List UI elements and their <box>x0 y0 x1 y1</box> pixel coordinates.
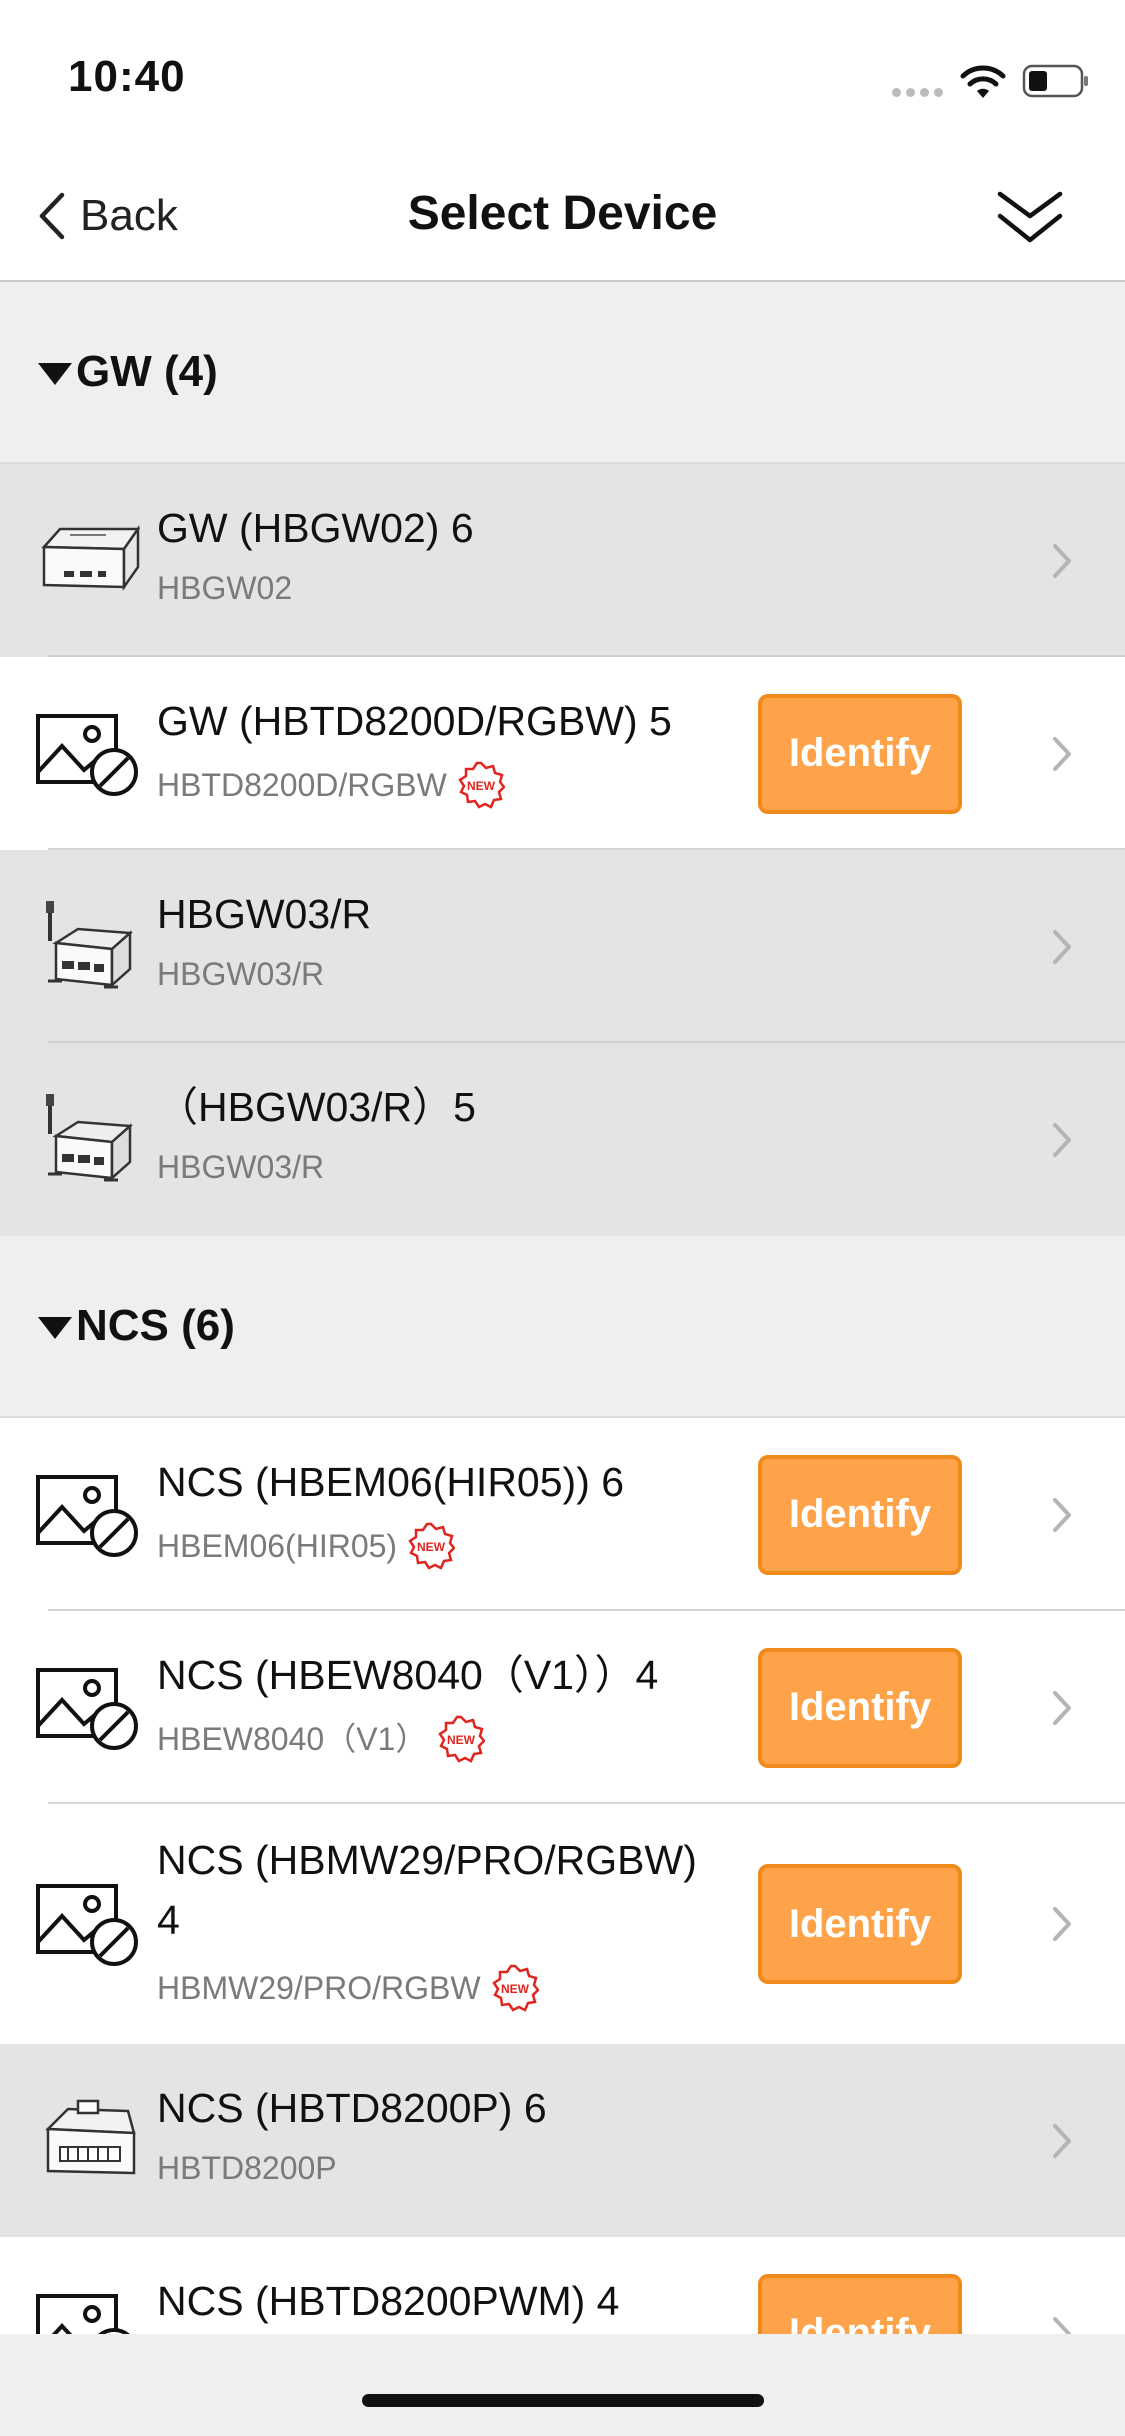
section-title: NCS (6) <box>76 1301 235 1350</box>
device-row[interactable]: GW (HBTD8200D/RGBW) 5 HBTD8200D/RGBW Ide… <box>0 657 1125 850</box>
router-device-icon <box>34 899 144 995</box>
collapse-all-icon[interactable] <box>996 186 1064 248</box>
section-header-gw[interactable]: GW (4) <box>0 282 1125 464</box>
device-name: NCS (HBEM06(HIR05)) 6 <box>157 1459 625 1505</box>
device-name: HBGW03/R <box>157 891 372 937</box>
device-model: HBEM06(HIR05) <box>157 1522 455 1570</box>
identify-button[interactable]: Identify <box>758 1454 962 1575</box>
device-name: （HBGW03/R）5 <box>157 1084 476 1130</box>
device-row[interactable]: NCS (HBTD8200PWM) 4 Identify <box>0 2237 1125 2334</box>
chevron-right-icon <box>1050 2121 1074 2161</box>
gateway-device-icon <box>34 513 144 609</box>
wifi-icon <box>960 65 1006 98</box>
chevron-right-icon <box>1050 1904 1074 1944</box>
device-row[interactable]: NCS (HBEM06(HIR05)) 6 HBEM06(HIR05) Iden… <box>0 1418 1125 1611</box>
chevron-right-icon <box>1050 927 1074 967</box>
new-badge-icon <box>491 1964 539 2012</box>
status-bar: 10:40 <box>0 0 1125 150</box>
battery-icon <box>1022 64 1088 98</box>
device-name: NCS (HBTD8200P) 6 <box>157 2085 547 2131</box>
home-indicator[interactable] <box>362 2394 764 2407</box>
device-list[interactable]: GW (4) GW (HBGW02) 6 HBGW02 GW (HBTD8200… <box>0 282 1125 2334</box>
new-badge-icon <box>437 1715 485 1763</box>
device-model: HBGW03/R <box>157 956 325 992</box>
device-model: HBTD8200P <box>157 2150 337 2186</box>
new-badge-icon <box>407 1522 455 1570</box>
device-row[interactable]: HBGW03/R HBGW03/R <box>0 850 1125 1043</box>
device-row[interactable]: GW (HBGW02) 6 HBGW02 <box>0 464 1125 657</box>
no-image-icon <box>34 1660 144 1756</box>
device-name: GW (HBTD8200D/RGBW) 5 <box>157 698 672 744</box>
module-device-icon <box>34 2093 144 2189</box>
device-row[interactable]: NCS (HBTD8200P) 6 HBTD8200P <box>0 2044 1125 2237</box>
device-model: HBEW8040（V1） <box>157 1715 485 1763</box>
chevron-right-icon <box>1050 734 1074 774</box>
no-image-icon <box>34 1467 144 1563</box>
identify-button[interactable]: Identify <box>758 1647 962 1768</box>
identify-button[interactable]: Identify <box>758 1864 962 1984</box>
expand-triangle-icon <box>38 1317 72 1339</box>
section-header-ncs[interactable]: NCS (6) <box>0 1236 1125 1418</box>
chevron-right-icon <box>1050 541 1074 581</box>
navigation-bar: Back Select Device <box>0 150 1125 282</box>
status-time: 10:40 <box>68 52 186 101</box>
device-name: NCS (HBTD8200PWM) 4 <box>157 2278 620 2324</box>
device-row[interactable]: NCS (HBEW8040（V1））4 HBEW8040（V1） Identif… <box>0 1611 1125 1804</box>
device-name-line2: 4 <box>157 1897 180 1943</box>
new-badge-icon <box>457 761 505 809</box>
cellular-signal-icon <box>892 84 948 102</box>
chevron-right-icon <box>1050 2314 1074 2335</box>
page-title: Select Device <box>407 187 718 240</box>
no-image-icon <box>34 2286 144 2335</box>
device-name: GW (HBGW02) 6 <box>157 505 474 551</box>
device-model: HBTD8200D/RGBW <box>157 761 505 809</box>
device-row[interactable]: NCS (HBMW29/PRO/RGBW) 4 HBMW29/PRO/RGBW … <box>0 1804 1125 2044</box>
no-image-icon <box>34 706 144 802</box>
no-image-icon <box>34 1876 144 1972</box>
device-model: HBGW02 <box>157 570 293 606</box>
router-device-icon <box>34 1092 144 1188</box>
chevron-right-icon <box>1050 1688 1074 1728</box>
identify-button[interactable]: Identify <box>758 2273 962 2334</box>
device-model: HBMW29/PRO/RGBW <box>157 1964 539 2012</box>
identify-button[interactable]: Identify <box>758 693 962 814</box>
device-row[interactable]: （HBGW03/R）5 HBGW03/R <box>0 1043 1125 1236</box>
chevron-right-icon <box>1050 1120 1074 1160</box>
device-model: HBGW03/R <box>157 1149 325 1185</box>
section-title: GW (4) <box>76 347 218 396</box>
chevron-right-icon <box>1050 1495 1074 1535</box>
device-name-line1: NCS (HBMW29/PRO/RGBW) <box>157 1837 697 1883</box>
home-indicator-area <box>0 2334 1125 2436</box>
expand-triangle-icon <box>38 363 72 385</box>
device-name: NCS (HBEW8040（V1））4 <box>157 1652 659 1698</box>
